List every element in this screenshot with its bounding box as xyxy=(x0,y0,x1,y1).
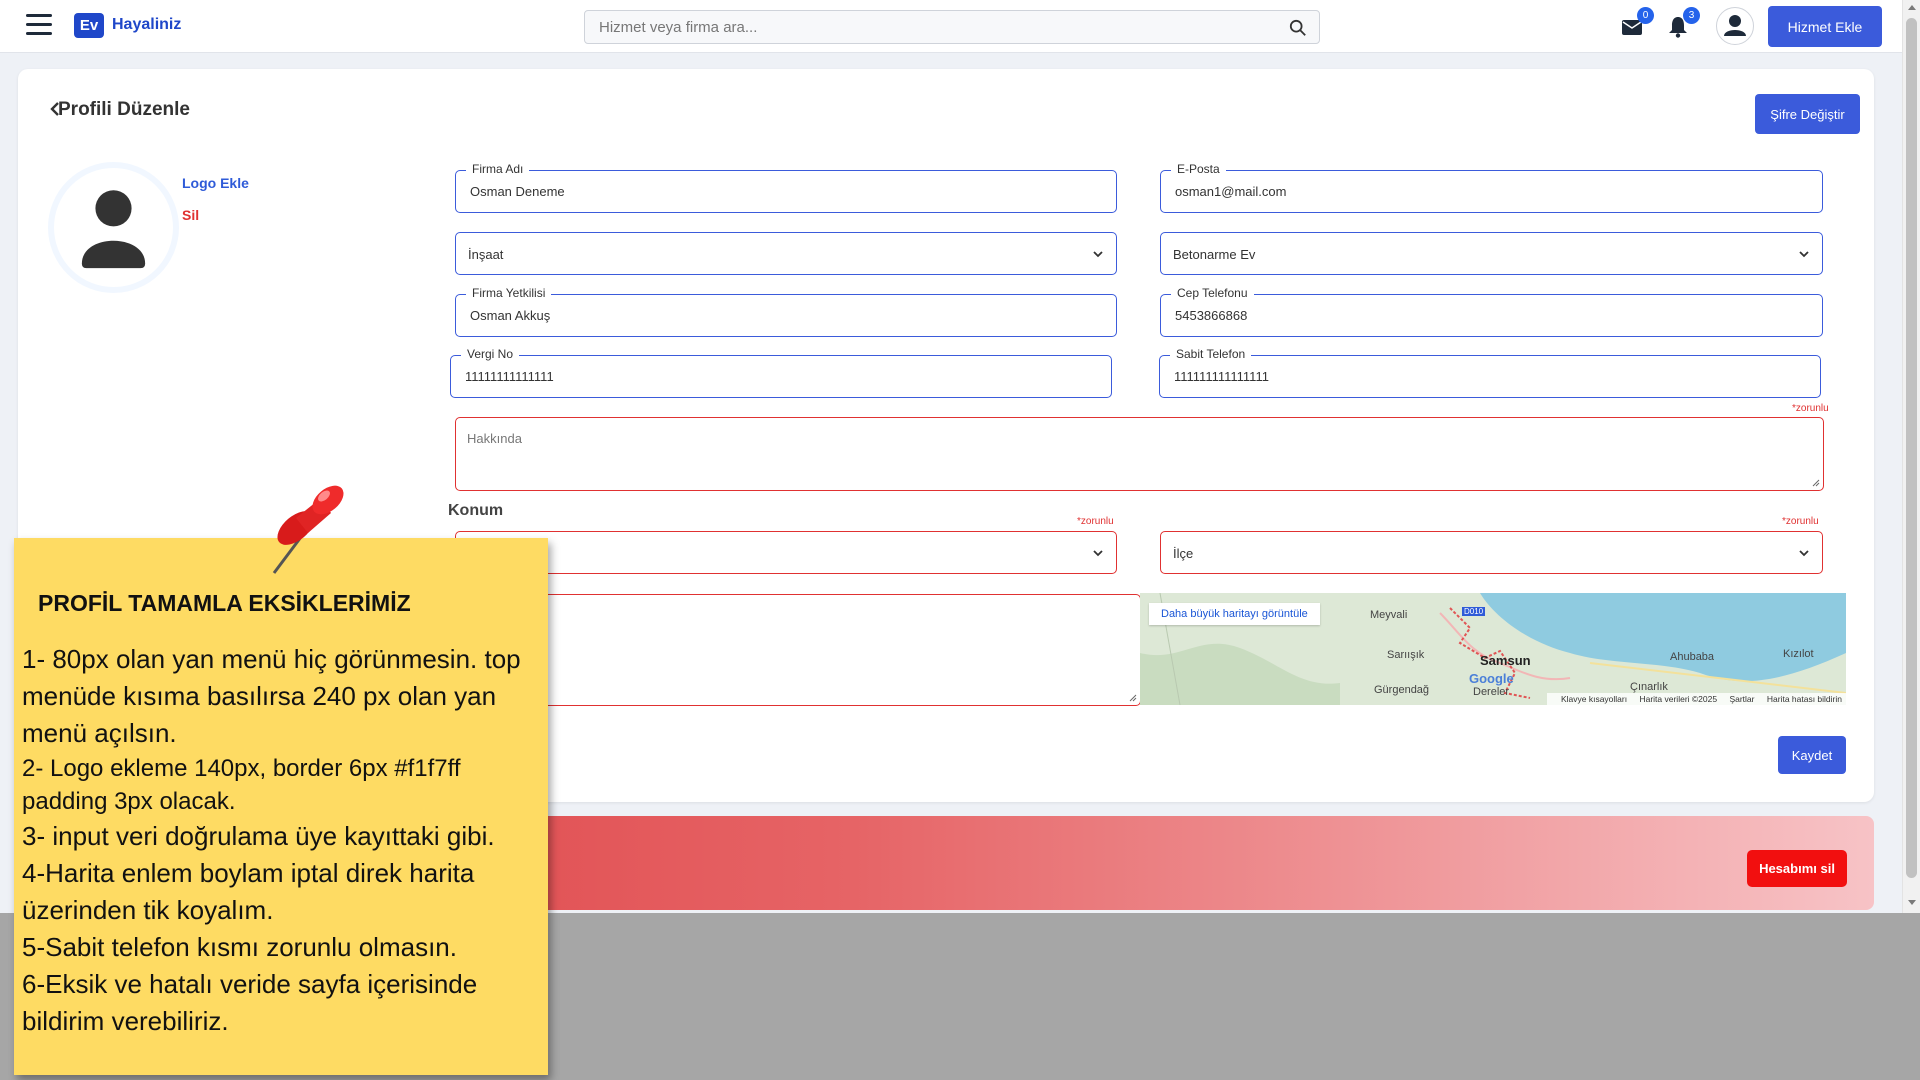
email-label: E-Posta xyxy=(1171,162,1226,176)
map-footer: Klavye kısayolları Harita verileri ©2025… xyxy=(1546,693,1846,705)
location-map[interactable]: Daha büyük haritayı görüntüle Meyvali Sa… xyxy=(1140,593,1846,705)
district-select[interactable]: İlçe xyxy=(1160,531,1823,574)
category-value: İnşaat xyxy=(468,247,504,262)
email-field: E-Posta xyxy=(1160,162,1823,213)
landline-phone-field: Sabit Telefon xyxy=(1159,347,1821,398)
company-name-field: Firma Adı xyxy=(455,162,1117,213)
scroll-down-icon[interactable] xyxy=(1908,900,1916,905)
change-password-button[interactable]: Şifre Değiştir xyxy=(1755,94,1860,134)
map-larger-link[interactable]: Daha büyük haritayı görüntüle xyxy=(1149,603,1320,625)
scroll-up-icon[interactable] xyxy=(1908,5,1916,10)
mobile-phone-field: Cep Telefonu xyxy=(1160,286,1823,337)
messages-badge: 0 xyxy=(1637,7,1654,24)
road-sign: D010 xyxy=(1462,607,1486,616)
messages-button[interactable]: 0 xyxy=(1620,7,1654,40)
map-label: Kızılot xyxy=(1783,648,1814,660)
category-select[interactable]: İnşaat xyxy=(455,232,1117,275)
top-navbar: Ev Hayaliniz 0 3 xyxy=(0,0,1902,53)
map-footer-link[interactable]: Harita hatası bildirin xyxy=(1767,694,1842,704)
company-manager-field: Firma Yetkilisi xyxy=(455,286,1117,337)
menu-icon[interactable] xyxy=(26,14,52,36)
add-logo-link[interactable]: Logo Ekle xyxy=(182,175,249,191)
mobile-phone-label: Cep Telefonu xyxy=(1171,286,1254,300)
note-item: 1- 80px olan yan menü hiç görünmesin. to… xyxy=(22,644,521,748)
push-pin-icon xyxy=(272,485,344,574)
resize-handle-icon[interactable] xyxy=(1129,694,1137,702)
notifications-badge: 3 xyxy=(1683,7,1700,24)
sticky-note: PROFİL TAMAMLA EKSİKLERİMİZ 1- 80px olan… xyxy=(14,538,548,1075)
brand-logo-text[interactable]: Hayaliniz xyxy=(112,16,181,34)
company-manager-label: Firma Yetkilisi xyxy=(466,286,552,300)
tax-number-field: Vergi No xyxy=(450,347,1112,398)
map-footer-link[interactable]: Şartlar xyxy=(1729,694,1754,704)
landline-phone-label: Sabit Telefon xyxy=(1170,347,1252,361)
company-manager-input[interactable] xyxy=(470,308,1064,323)
chevron-down-icon xyxy=(1799,251,1809,258)
page-title: Profili Düzenle xyxy=(58,99,190,120)
map-label: Gürgendağ xyxy=(1374,684,1430,696)
email-input[interactable] xyxy=(1175,184,1770,199)
chevron-down-icon xyxy=(1799,550,1809,557)
brand-logo-mark[interactable]: Ev xyxy=(74,13,104,38)
user-avatar-button[interactable] xyxy=(1716,7,1754,45)
search-icon[interactable] xyxy=(1289,19,1307,37)
google-logo: Google xyxy=(1469,671,1514,686)
chevron-down-icon xyxy=(1093,251,1103,258)
required-hint: *zorunlu xyxy=(1792,403,1829,414)
company-logo-placeholder[interactable] xyxy=(48,162,179,293)
resize-handle-icon[interactable] xyxy=(1812,479,1820,487)
note-item: 6-Eksik ve hatalı veride sayfa içerisind… xyxy=(22,969,478,1036)
user-silhouette-icon xyxy=(57,171,170,284)
search-box xyxy=(584,10,1320,44)
required-hint-district: *zorunlu xyxy=(1782,516,1819,527)
note-title: PROFİL TAMAMLA EKSİKLERİMİZ xyxy=(38,590,411,616)
user-icon xyxy=(1724,15,1746,36)
add-service-button[interactable]: Hizmet Ekle xyxy=(1768,6,1882,47)
vertical-scrollbar[interactable] xyxy=(1902,0,1920,913)
district-value: İlçe xyxy=(1173,546,1194,561)
landline-phone-input[interactable] xyxy=(1174,369,1768,384)
delete-account-button[interactable]: Hesabımı sil xyxy=(1747,850,1847,887)
map-label: Samsun xyxy=(1480,653,1531,668)
note-item: 3- input veri doğrulama üye kayıttaki gi… xyxy=(22,821,495,851)
note-list: 1- 80px olan yan menü hiç görünmesin. to… xyxy=(22,641,542,1040)
chevron-down-icon xyxy=(1093,550,1103,557)
map-label: Çınarlık xyxy=(1630,681,1668,693)
about-textarea[interactable]: Hakkında xyxy=(455,417,1824,491)
city-select[interactable] xyxy=(455,531,1117,574)
notifications-button[interactable]: 3 xyxy=(1666,7,1700,40)
note-item: 2- Logo ekleme 140px, border 6px #f1f7ff… xyxy=(22,755,461,815)
company-name-label: Firma Adı xyxy=(466,162,530,176)
mobile-phone-input[interactable] xyxy=(1175,308,1770,323)
scroll-thumb[interactable] xyxy=(1906,18,1917,878)
search-input[interactable] xyxy=(585,11,1265,43)
location-heading: Konum xyxy=(448,502,504,519)
map-footer-link[interactable]: Klavye kısayolları xyxy=(1561,694,1627,704)
delete-logo-link[interactable]: Sil xyxy=(182,207,199,223)
tax-number-input[interactable] xyxy=(465,369,1059,384)
about-placeholder: Hakkında xyxy=(467,431,522,446)
map-label: Meyvali xyxy=(1370,609,1408,621)
subcategory-select[interactable]: Betonarme Ev xyxy=(1160,232,1823,275)
required-hint-city: *zorunlu xyxy=(1077,516,1114,527)
save-button[interactable]: Kaydet xyxy=(1778,736,1846,774)
address-textarea[interactable] xyxy=(455,594,1141,706)
map-label: Sarıışık xyxy=(1387,649,1425,661)
map-label: Dereler xyxy=(1473,686,1510,698)
note-item: 5-Sabit telefon kısmı zorunlu olmasın. xyxy=(22,932,457,962)
tax-number-label: Vergi No xyxy=(461,347,520,361)
map-footer-text: Harita verileri ©2025 xyxy=(1639,694,1718,704)
map-label: Ahubaba xyxy=(1670,651,1715,663)
company-name-input[interactable] xyxy=(470,184,1064,199)
note-item: 4-Harita enlem boylam iptal direk harita… xyxy=(22,858,475,925)
subcategory-value: Betonarme Ev xyxy=(1173,247,1256,262)
